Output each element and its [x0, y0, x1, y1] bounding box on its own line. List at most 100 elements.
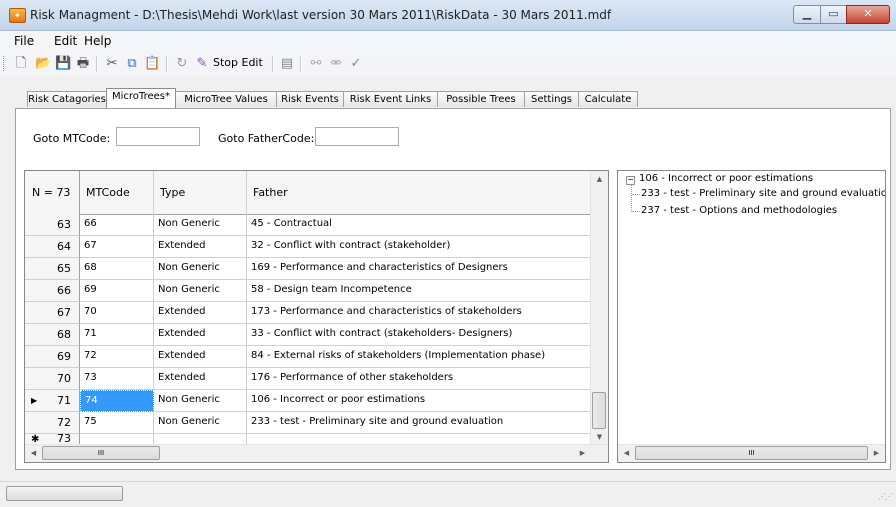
tab-microtree-values[interactable]: MicroTree Values — [175, 91, 277, 107]
stop-edit-button[interactable]: Stop Edit — [213, 56, 263, 69]
print-icon[interactable]: 🖶 — [75, 56, 91, 72]
table-row[interactable]: 65 68 Non Generic 169 - Performance and cha… — [25, 258, 591, 280]
tab-microtrees[interactable]: MicroTrees* — [106, 88, 176, 108]
grid-horizontal-scrollbar[interactable]: ◀ III ▶ — [25, 444, 608, 462]
cell-mtcode[interactable]: 70 — [80, 302, 154, 324]
table-row[interactable]: 64 67 Extended 32 - Conflict with contract … — [25, 236, 591, 258]
cell-mtcode[interactable]: 74 — [80, 390, 154, 412]
cell-father[interactable]: 33 - Conflict with contract (stakeholder… — [247, 324, 591, 346]
tree-node-child[interactable]: 237 - test - Options and methodologies — [641, 205, 837, 216]
collapse-icon[interactable]: − — [626, 176, 635, 185]
minimize-button[interactable]: ▁ — [793, 5, 821, 24]
cell-mtcode[interactable]: 68 — [80, 258, 154, 280]
cell-type[interactable]: Extended — [154, 346, 247, 368]
cell-type[interactable]: Non Generic — [154, 214, 247, 236]
tree-node-root[interactable]: 106 - Incorrect or poor estimations — [639, 173, 813, 184]
paste-icon[interactable]: 📋 — [144, 56, 160, 72]
tree-node-child[interactable]: 233 - test - Preliminary site and ground… — [641, 188, 885, 199]
cell-mtcode[interactable]: 71 — [80, 324, 154, 346]
scroll-right-icon[interactable]: ▶ — [868, 445, 885, 462]
cell-type[interactable]: Non Generic — [154, 412, 247, 434]
cell-mtcode[interactable]: 72 — [80, 346, 154, 368]
menu-file[interactable]: File — [14, 34, 34, 48]
tab-risk-event-links[interactable]: Risk Event Links — [343, 91, 438, 107]
maximize-button[interactable]: ▭ — [820, 5, 847, 24]
scroll-up-icon[interactable]: ▲ — [591, 171, 608, 188]
cut-icon[interactable]: ✂ — [104, 56, 120, 72]
close-button[interactable]: ✕ — [846, 5, 890, 24]
table-row[interactable]: ▶ 71 74 Non Generic 106 - Incorrect or poor … — [25, 390, 591, 412]
cell-type[interactable]: Extended — [154, 368, 247, 390]
table-row[interactable]: 68 71 Extended 33 - Conflict with contract … — [25, 324, 591, 346]
table-row[interactable]: 66 69 Non Generic 58 - Design team Incompet… — [25, 280, 591, 302]
tab-possible-trees[interactable]: Possible Trees — [437, 91, 525, 107]
cell-father[interactable]: 84 - External risks of stakeholders (Imp… — [247, 346, 591, 368]
table-icon[interactable]: ▤ — [279, 56, 295, 72]
tab-risk-events[interactable]: Risk Events — [276, 91, 344, 107]
cell-father[interactable]: 173 - Performance and characteristics of… — [247, 302, 591, 324]
unlink-icon[interactable]: ⚮ — [328, 56, 344, 72]
refresh-icon[interactable]: ↻ — [174, 56, 190, 72]
scroll-left-icon[interactable]: ◀ — [25, 445, 42, 462]
save-icon[interactable]: 💾 — [55, 56, 71, 72]
cell-mtcode[interactable]: 67 — [80, 236, 154, 258]
stop-edit-icon[interactable]: ✎ — [194, 56, 210, 72]
new-file-icon[interactable]: 🗋 — [13, 56, 29, 72]
table-row[interactable]: 67 70 Extended 173 - Performance and charac… — [25, 302, 591, 324]
copy-icon[interactable]: ⧉ — [124, 56, 140, 72]
cell-mtcode[interactable]: 66 — [80, 214, 154, 236]
tree-horizontal-scrollbar[interactable]: ◀ III ▶ — [618, 444, 885, 462]
cell-type[interactable]: Non Generic — [154, 280, 247, 302]
cell-father[interactable]: 106 - Incorrect or poor estimations — [247, 390, 591, 412]
cell-mtcode[interactable]: 69 — [80, 280, 154, 302]
row-header[interactable]: ▶ 71 — [25, 390, 80, 412]
menu-help[interactable]: Help — [84, 34, 111, 48]
cell-father[interactable]: 58 - Design team Incompetence — [247, 280, 591, 302]
scroll-right-icon[interactable]: ▶ — [574, 445, 591, 462]
cell-father[interactable]: 176 - Performance of other stakeholders — [247, 368, 591, 390]
row-header[interactable]: 69 — [25, 346, 80, 368]
scroll-left-icon[interactable]: ◀ — [618, 445, 635, 462]
checkmark-icon[interactable]: ✓ — [348, 56, 364, 72]
row-header[interactable]: 65 — [25, 258, 80, 280]
row-header[interactable]: 67 — [25, 302, 80, 324]
cell-mtcode[interactable]: 73 — [80, 368, 154, 390]
tab-calculate[interactable]: Calculate — [578, 91, 638, 107]
column-header-type[interactable]: Type — [154, 171, 247, 214]
row-header[interactable]: 68 — [25, 324, 80, 346]
cell-father[interactable]: 32 - Conflict with contract (stakeholder… — [247, 236, 591, 258]
link-icon[interactable]: ⚯ — [308, 56, 324, 72]
cell-type[interactable]: Extended — [154, 324, 247, 346]
row-header[interactable]: 70 — [25, 368, 80, 390]
cell-father[interactable]: 169 - Performance and characteristics of… — [247, 258, 591, 280]
cell-type[interactable]: Extended — [154, 302, 247, 324]
tab-settings[interactable]: Settings — [524, 91, 579, 107]
toolbar-grip[interactable] — [3, 56, 6, 71]
grid-vertical-scrollbar[interactable]: ▲ ▼ — [590, 171, 608, 446]
scroll-thumb[interactable] — [592, 392, 606, 429]
row-header[interactable]: 66 — [25, 280, 80, 302]
row-header[interactable]: 64 — [25, 236, 80, 258]
scroll-thumb[interactable]: III — [42, 446, 160, 460]
scroll-thumb[interactable]: III — [635, 446, 868, 460]
goto-fathercode-input[interactable] — [315, 127, 399, 146]
column-header-father[interactable]: Father — [247, 171, 591, 214]
table-row[interactable]: 63 66 Non Generic 45 - Contractual — [25, 214, 591, 236]
microtrees-grid[interactable]: N = 73 MTCode Type Father 63 66 Non Generi… — [24, 170, 609, 463]
cell-type[interactable]: Extended — [154, 236, 247, 258]
table-row[interactable]: 72 75 Non Generic 233 - test - Preliminary … — [25, 412, 591, 434]
menu-edit[interactable]: Edit — [54, 34, 77, 48]
cell-father[interactable]: 45 - Contractual — [247, 214, 591, 236]
goto-mtcode-input[interactable] — [116, 127, 200, 146]
tab-risk-catagories[interactable]: Risk Catagories — [27, 91, 107, 107]
column-header-mtcode[interactable]: MTCode — [80, 171, 154, 214]
microtree-treeview[interactable]: − 106 - Incorrect or poor estimations 23… — [617, 170, 886, 463]
cell-mtcode[interactable]: 75 — [80, 412, 154, 434]
row-header[interactable]: 63 — [25, 214, 80, 236]
cell-father[interactable]: 233 - test - Preliminary site and ground… — [247, 412, 591, 434]
resize-grip-icon[interactable]: ⋰⋰ — [878, 492, 893, 501]
table-row[interactable]: 70 73 Extended 176 - Performance of other s… — [25, 368, 591, 390]
open-folder-icon[interactable]: 📂 — [35, 56, 51, 72]
cell-type[interactable]: Non Generic — [154, 258, 247, 280]
table-row[interactable]: 69 72 Extended 84 - External risks of stake… — [25, 346, 591, 368]
